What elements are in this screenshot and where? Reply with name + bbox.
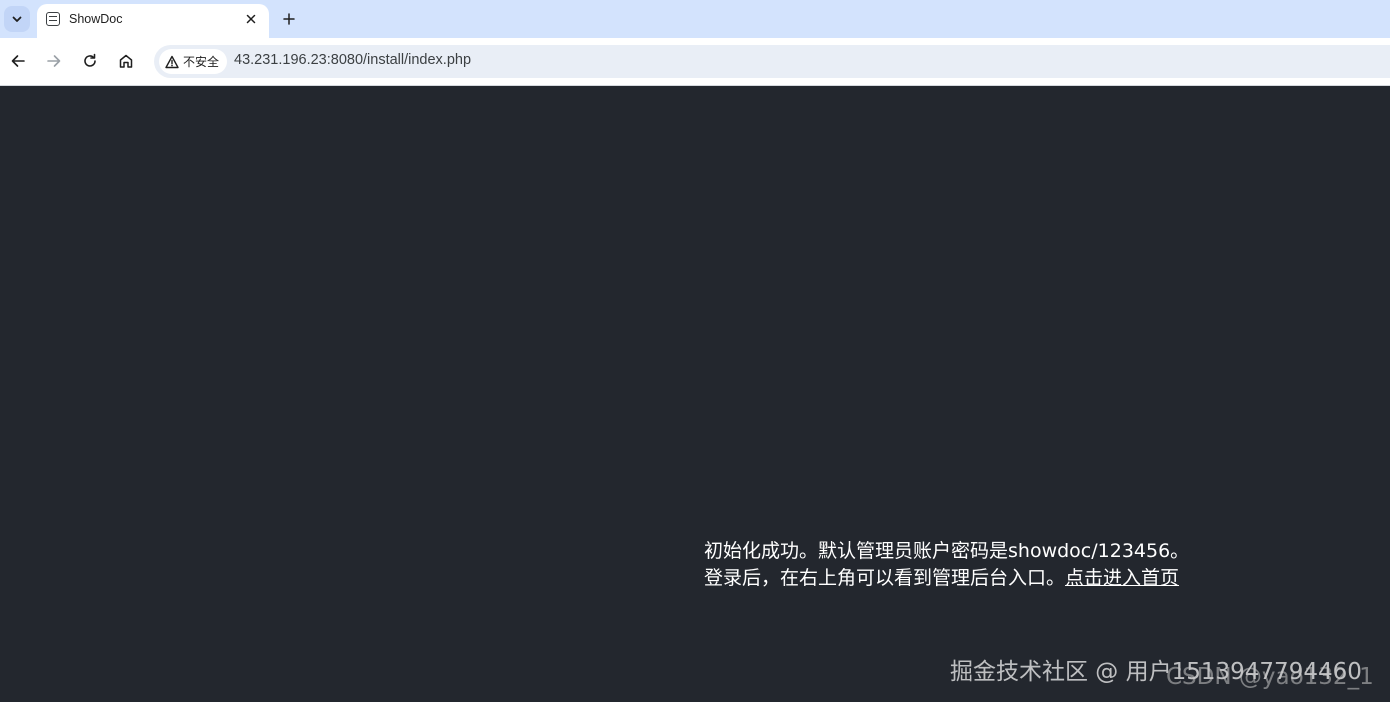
arrow-right-icon <box>47 55 61 67</box>
close-icon <box>246 14 256 24</box>
message-line-2: 登录后，在右上角可以看到管理后台入口。点击进入首页 <box>704 565 1189 592</box>
new-tab-button[interactable] <box>278 8 300 30</box>
tab-strip: ShowDoc <box>0 0 1390 38</box>
tab-showdoc[interactable]: ShowDoc <box>37 4 269 38</box>
security-indicator[interactable]: 不安全 <box>159 49 228 74</box>
browser-toolbar: 不安全 43.231.196.23:8080/install/index.php <box>0 38 1390 86</box>
forward-button[interactable] <box>43 50 65 72</box>
back-button[interactable] <box>7 50 29 72</box>
home-link[interactable]: 点击进入首页 <box>1065 567 1179 589</box>
install-success-message: 初始化成功。默认管理员账户密码是showdoc/123456。 登录后，在右上角… <box>704 538 1189 592</box>
chevron-down-icon <box>12 16 22 22</box>
message-line-1: 初始化成功。默认管理员账户密码是showdoc/123456。 <box>704 540 1190 562</box>
reload-icon <box>84 53 96 67</box>
page-content: 初始化成功。默认管理员账户密码是showdoc/123456。 登录后，在右上角… <box>0 86 1390 702</box>
home-button[interactable] <box>115 50 137 72</box>
message-line-2-text: 登录后，在右上角可以看到管理后台入口。 <box>704 567 1066 589</box>
warning-icon <box>165 55 179 68</box>
csdn-watermark: CSDN @yao132_1 <box>1166 664 1374 690</box>
home-icon <box>119 54 133 68</box>
tab-title: ShowDoc <box>69 12 123 26</box>
plus-icon <box>283 13 295 25</box>
reload-button[interactable] <box>79 50 101 72</box>
tab-close-button[interactable] <box>241 9 261 29</box>
arrow-left-icon <box>11 55 25 67</box>
tab-search-button[interactable] <box>4 6 30 32</box>
document-icon <box>46 12 60 26</box>
url-text[interactable]: 43.231.196.23:8080/install/index.php <box>234 52 471 68</box>
security-label: 不安全 <box>183 55 220 69</box>
address-bar[interactable]: 不安全 43.231.196.23:8080/install/index.php <box>154 45 1390 78</box>
